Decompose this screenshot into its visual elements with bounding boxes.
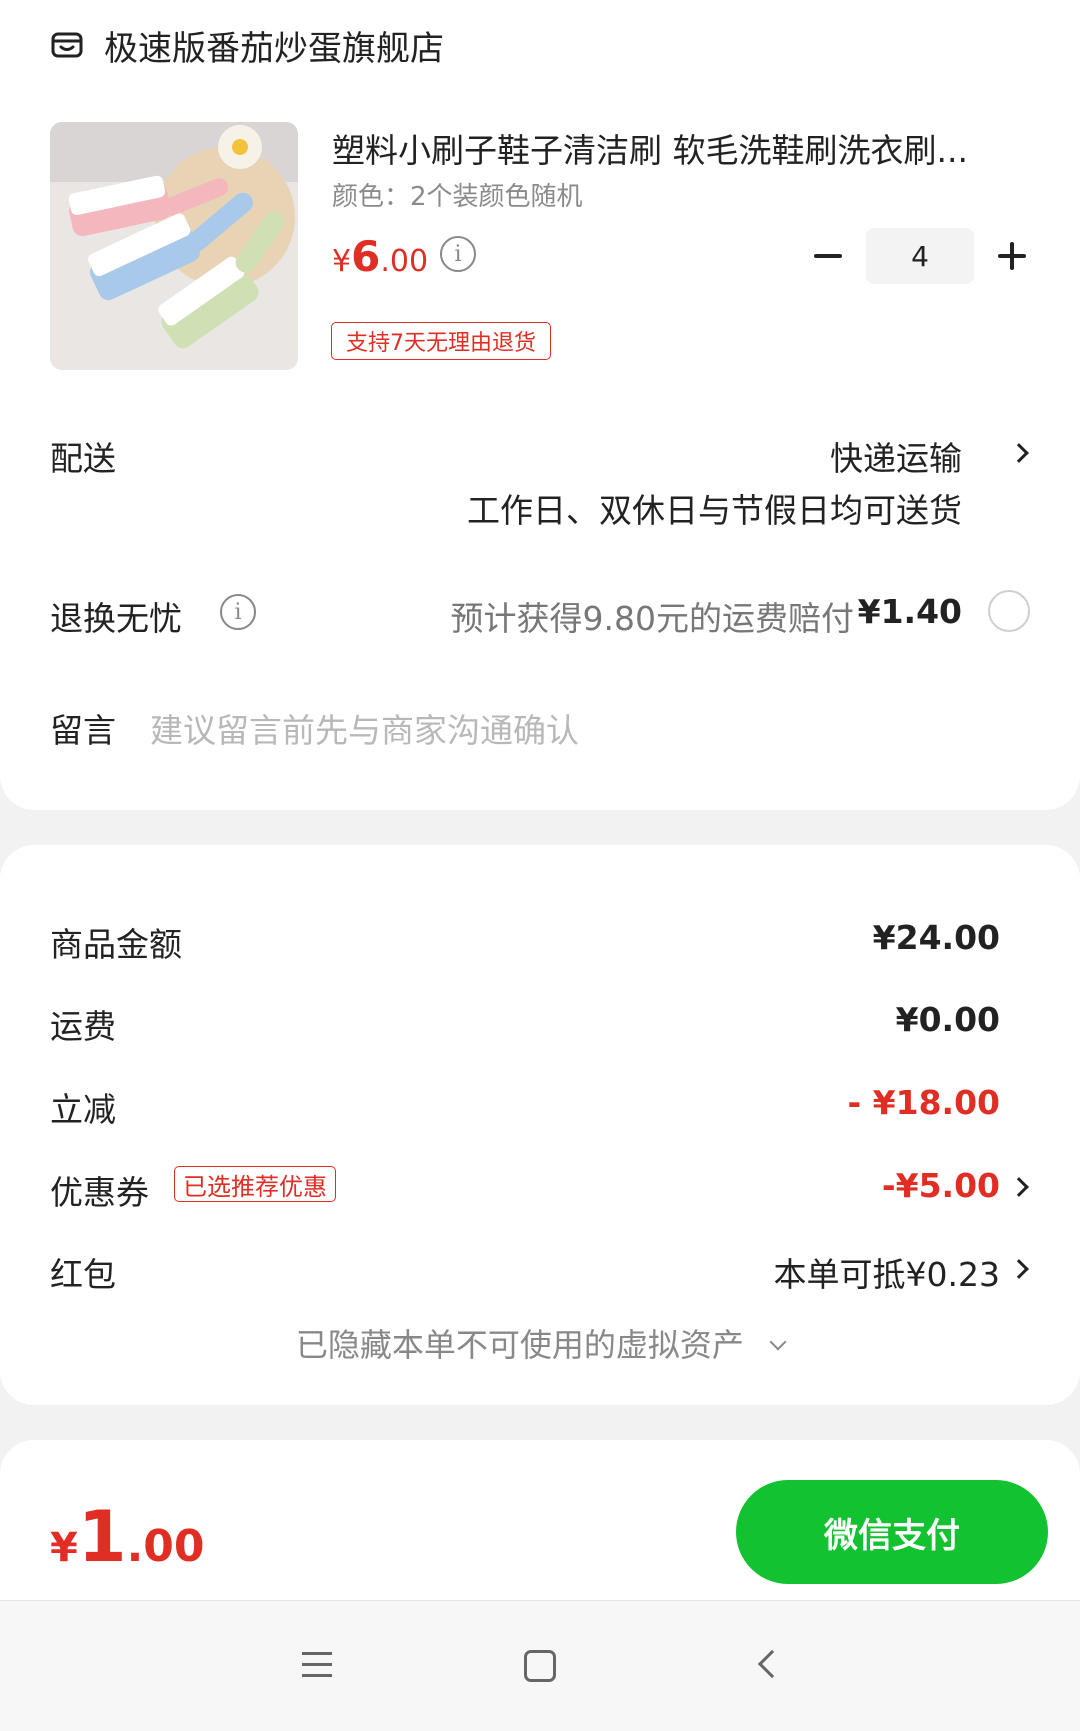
red-packet-value[interactable]: 本单可抵¥0.23 [774, 1248, 1000, 1296]
message-label: 留言 [50, 711, 116, 750]
instant-discount-value: - ¥18.00 [847, 1083, 1000, 1122]
hidden-assets-label: 已隐藏本单不可使用的虚拟资产 [295, 1326, 744, 1364]
store-name: 极速版番茄炒蛋旗舰店 [104, 28, 444, 69]
quantity-value[interactable]: 4 [866, 228, 974, 284]
worry-free-desc: 预计获得9.80元的运费赔付 [450, 599, 854, 638]
total-decimal: .00 [126, 1521, 205, 1572]
shipping-fee-label: 运费 [50, 1007, 116, 1046]
total-symbol: ¥ [50, 1525, 78, 1571]
store-header[interactable]: 极速版番茄炒蛋旗舰店 [50, 20, 444, 70]
quantity-decrease-button[interactable] [810, 238, 846, 274]
delivery-label: 配送 [50, 439, 116, 478]
instant-discount-label: 立减 [50, 1090, 116, 1129]
delivery-note: 工作日、双休日与节假日均可送货 [467, 491, 962, 530]
price-decimal: .00 [380, 244, 429, 279]
coupon-value[interactable]: -¥5.00 [882, 1166, 1000, 1205]
product-spec[interactable]: 颜色：2个装颜色随机 [332, 176, 583, 213]
goods-amount-value: ¥24.00 [872, 918, 1000, 957]
product-title[interactable]: 塑料小刷子鞋子清洁刷 软毛洗鞋刷洗衣刷... [332, 124, 1032, 172]
shipping-fee-value: ¥0.00 [895, 1000, 1000, 1039]
total-integer: 1 [77, 1496, 127, 1578]
worry-free-label: 退换无忧 [50, 599, 182, 638]
order-card: 极速版番茄炒蛋旗舰店 塑料小刷子鞋子清洁刷 软毛洗鞋刷洗衣刷... 颜色：2个装… [0, 0, 1080, 810]
worry-free-price: ¥1.40 [857, 592, 962, 631]
hidden-assets-toggle[interactable]: 已隐藏本单不可使用的虚拟资产 [0, 1320, 1080, 1366]
price-info-icon[interactable]: i [440, 236, 476, 272]
wechat-pay-button[interactable]: 微信支付 [736, 1480, 1048, 1584]
coupon-label: 优惠券 [50, 1173, 149, 1212]
menu-icon[interactable] [302, 1652, 332, 1678]
price-symbol: ¥ [332, 244, 352, 279]
quantity-increase-button[interactable] [994, 238, 1030, 274]
home-icon[interactable] [524, 1650, 556, 1682]
total-price: ¥ 1 .00 [50, 1496, 205, 1578]
red-packet-label: 红包 [50, 1255, 116, 1294]
price-integer: 6 [351, 232, 381, 281]
product-price: ¥ 6 .00 [332, 232, 428, 281]
store-icon [51, 32, 83, 58]
chevron-down-icon [769, 1333, 787, 1351]
worry-free-info-icon[interactable]: i [220, 594, 256, 630]
return-policy-badge: 支持7天无理由退货 [331, 322, 551, 360]
delivery-method[interactable]: 快递运输 [830, 432, 962, 480]
coupon-recommended-badge: 已选推荐优惠 [174, 1166, 336, 1202]
goods-amount-label: 商品金额 [50, 925, 182, 964]
delivery-chevron-icon[interactable] [1009, 443, 1029, 463]
worry-free-radio[interactable] [988, 590, 1030, 632]
message-input[interactable]: 建议留言前先与商家沟通确认 [150, 704, 579, 752]
product-thumbnail[interactable] [50, 122, 298, 370]
